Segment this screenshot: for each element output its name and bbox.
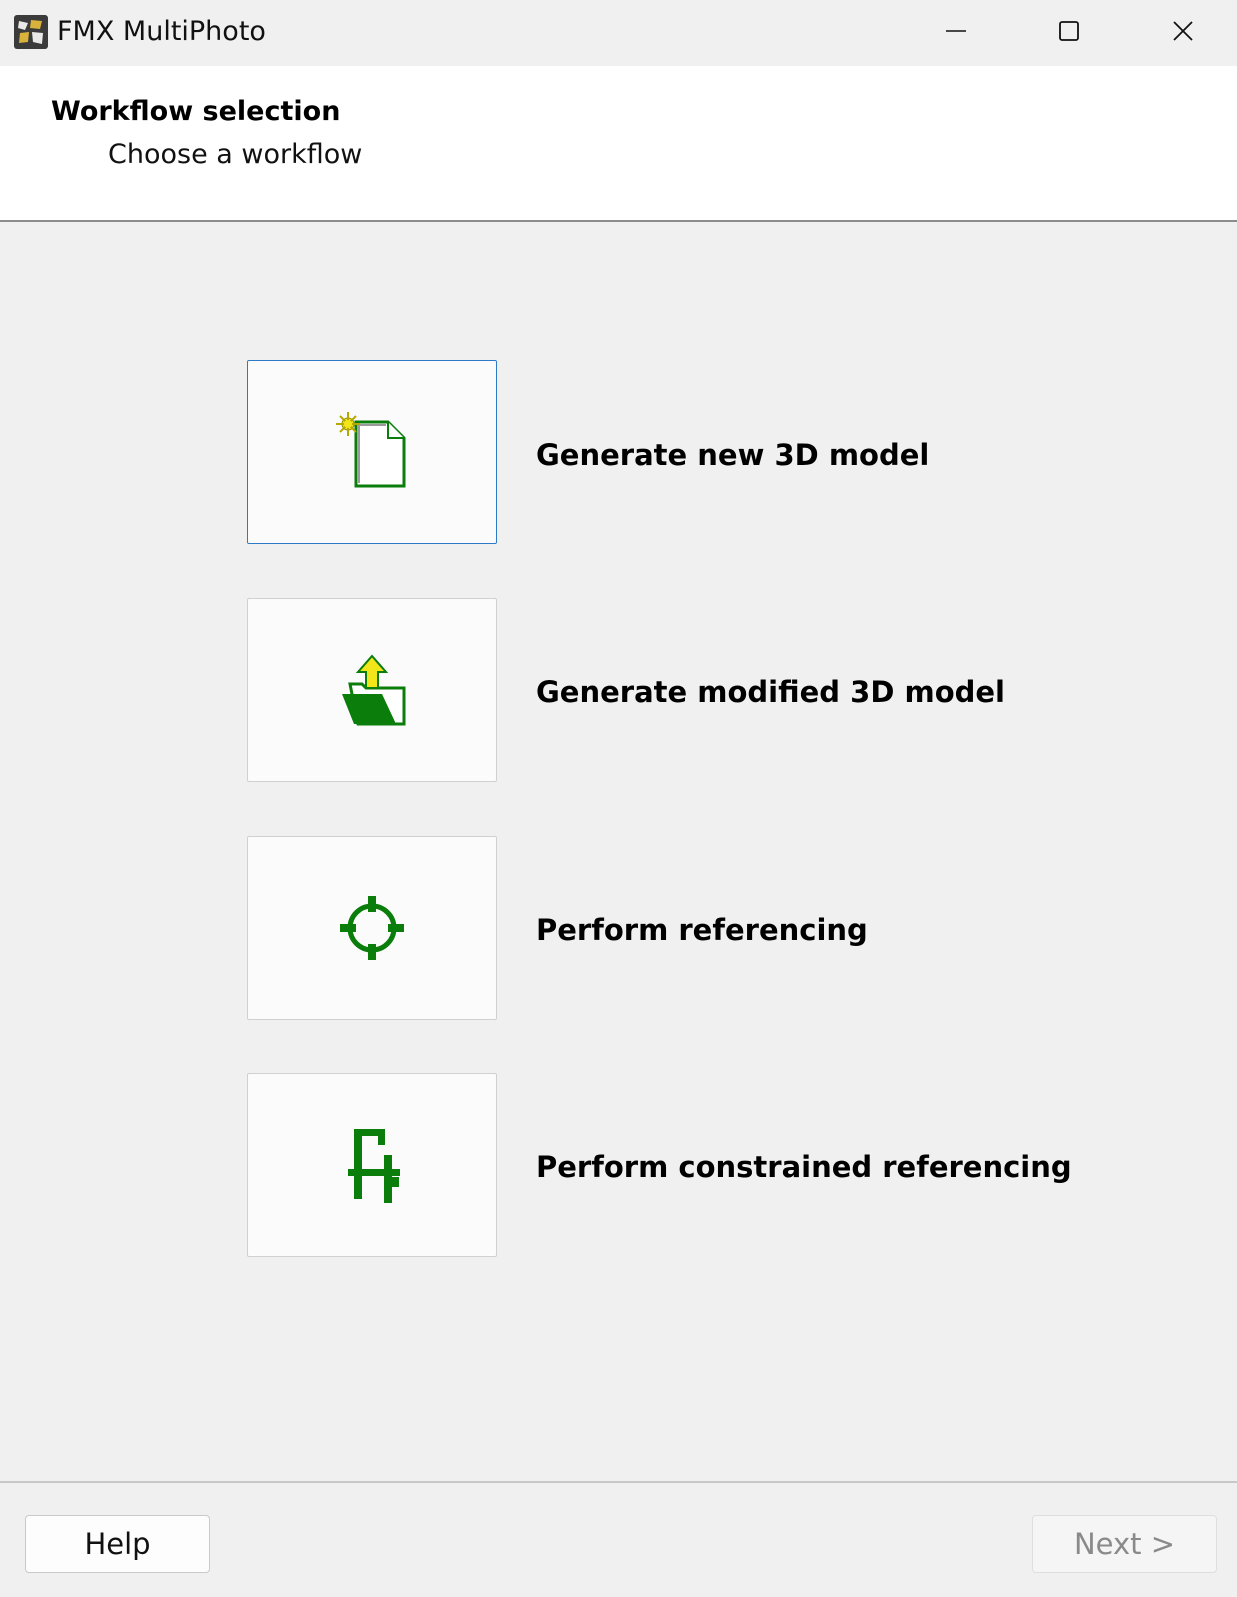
close-icon (1173, 21, 1193, 41)
close-button[interactable] (1127, 0, 1237, 62)
minimize-button[interactable] (900, 0, 1012, 62)
crosshair-target-icon (340, 896, 404, 960)
workflow-modified-model-button[interactable] (247, 598, 497, 782)
footer-divider (0, 1481, 1237, 1483)
page-title: Workflow selection (51, 96, 341, 127)
minimize-icon (946, 30, 966, 32)
help-button[interactable]: Help (25, 1515, 210, 1573)
workflow-referencing-button[interactable] (247, 836, 497, 1020)
title-bar: FMX MultiPhoto (0, 0, 1237, 66)
workflow-new-model-button[interactable] (247, 360, 497, 544)
constraint-clamp-icon (348, 1129, 400, 1203)
maximize-button[interactable] (1013, 0, 1125, 62)
window-title: FMX MultiPhoto (57, 16, 266, 47)
page-subtitle: Choose a workflow (108, 139, 363, 170)
wizard-header: Workflow selection Choose a workflow (0, 66, 1237, 222)
workflow-new-model-label[interactable]: Generate new 3D model (536, 437, 929, 473)
open-folder-icon (342, 654, 406, 726)
app-logo-icon (14, 15, 48, 49)
maximize-icon (1059, 21, 1079, 41)
workflow-referencing-label[interactable]: Perform referencing (536, 912, 868, 948)
workflow-constrained-referencing-label[interactable]: Perform constrained referencing (536, 1149, 1072, 1185)
new-document-icon (336, 412, 406, 488)
workflow-list (0, 224, 1237, 1481)
workflow-constrained-referencing-button[interactable] (247, 1073, 497, 1257)
workflow-modified-model-label[interactable]: Generate modified 3D model (536, 674, 1005, 710)
next-button[interactable]: Next > (1032, 1515, 1217, 1573)
